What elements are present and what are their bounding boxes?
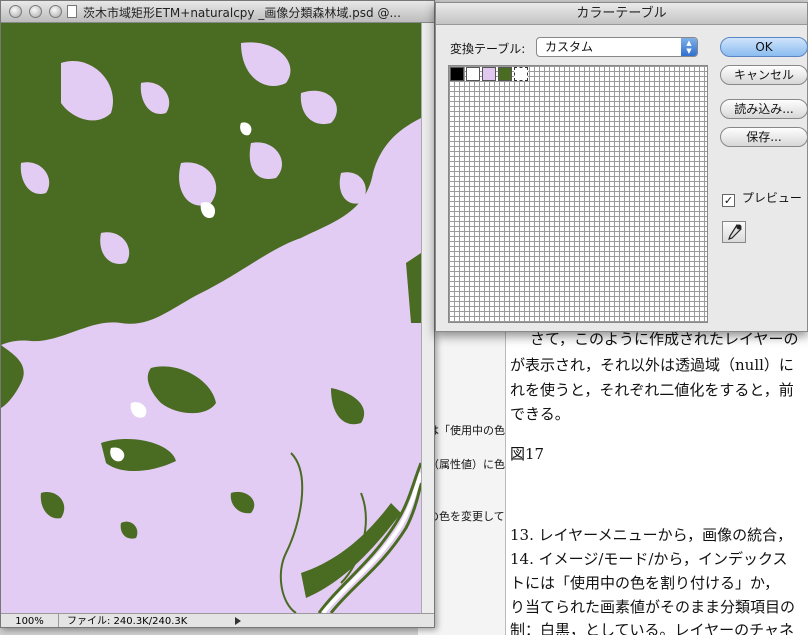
doc-heading-figure: 図17 bbox=[510, 445, 545, 463]
dialog-title: カラーテーブル bbox=[436, 3, 807, 25]
status-menu-arrow-icon[interactable] bbox=[235, 617, 241, 625]
eyedropper-button[interactable] bbox=[722, 221, 746, 243]
select-arrows-icon: ▲ ▼ bbox=[681, 38, 697, 56]
doc-line: れを使うと，それぞれ二値化をすると，前 bbox=[510, 381, 794, 399]
minimize-icon[interactable] bbox=[29, 5, 42, 18]
doc-line: 制：白黒，としている。レイヤーのチャネ bbox=[510, 621, 794, 635]
screen: は「使用中の色 （属性値）に色 の色を変更して さて，このように作成されたレイヤ… bbox=[0, 0, 808, 635]
transparent-swatch[interactable] bbox=[514, 67, 528, 81]
doc-line: り当てられた画素値がそのまま分類項目の bbox=[510, 598, 796, 616]
preview-checkbox[interactable]: ✓ bbox=[722, 194, 735, 207]
conversion-table-select[interactable]: カスタム ▲ ▼ bbox=[536, 37, 698, 57]
color-swatch[interactable] bbox=[482, 67, 496, 81]
road-line bbox=[279, 452, 304, 613]
side-fragment: の色を変更して bbox=[428, 510, 505, 523]
side-fragment: （属性値）に色 bbox=[428, 458, 505, 471]
zoom-level[interactable]: 100% bbox=[1, 614, 59, 627]
document-icon bbox=[67, 5, 77, 18]
color-swatch[interactable] bbox=[498, 67, 512, 81]
preview-label: プレビュー bbox=[741, 191, 802, 205]
image-window: 茨木市域矩形ETM+naturalcpy _画像分類森林域.psd @... 1… bbox=[0, 0, 435, 628]
zoom-icon[interactable] bbox=[49, 5, 62, 18]
cancel-button[interactable]: キャンセル bbox=[720, 65, 808, 85]
save-button[interactable]: 保存... bbox=[720, 127, 808, 147]
conversion-table-label: 変換テーブル: bbox=[450, 42, 526, 56]
load-button[interactable]: 読み込み... bbox=[720, 99, 808, 119]
conversion-table-value: カスタム bbox=[545, 40, 594, 54]
side-fragment: は「使用中の色 bbox=[428, 424, 505, 437]
preview-checkbox-row[interactable]: ✓ プレビュー bbox=[722, 189, 802, 207]
doc-line: トには「使用中の色を割り付ける」か， bbox=[510, 574, 780, 592]
file-size-info: ファイル: 240.3K/240.3K bbox=[67, 616, 188, 627]
doc-line: 13. レイヤーメニューから，画像の統合， bbox=[510, 526, 793, 544]
image-window-titlebar[interactable]: 茨木市域矩形ETM+naturalcpy _画像分類森林域.psd @... bbox=[1, 1, 434, 23]
image-window-title: 茨木市域矩形ETM+naturalcpy _画像分類森林域.psd @... bbox=[83, 6, 401, 20]
close-icon[interactable] bbox=[9, 5, 22, 18]
forest-region bbox=[1, 23, 421, 598]
image-canvas[interactable] bbox=[1, 23, 421, 613]
color-swatch[interactable] bbox=[466, 67, 480, 81]
doc-line: が表示され，それ以外は透過域（null）に bbox=[510, 356, 794, 374]
status-bar: 100% ファイル: 240.3K/240.3K bbox=[1, 613, 434, 627]
doc-line: できる。 bbox=[510, 405, 570, 423]
color-table-grid[interactable] bbox=[448, 65, 708, 323]
vertical-scrollbar[interactable] bbox=[421, 23, 434, 613]
color-table-dialog: カラーテーブル 変換テーブル: カスタム ▲ ▼ OK キャンセル 読み込み...… bbox=[435, 2, 808, 332]
eyedropper-icon bbox=[728, 224, 742, 240]
ok-button[interactable]: OK bbox=[720, 37, 808, 57]
classified-map bbox=[1, 23, 421, 613]
color-swatch[interactable] bbox=[450, 67, 464, 81]
doc-line: 14. イメージ/モード/から，インデックス bbox=[510, 550, 788, 568]
